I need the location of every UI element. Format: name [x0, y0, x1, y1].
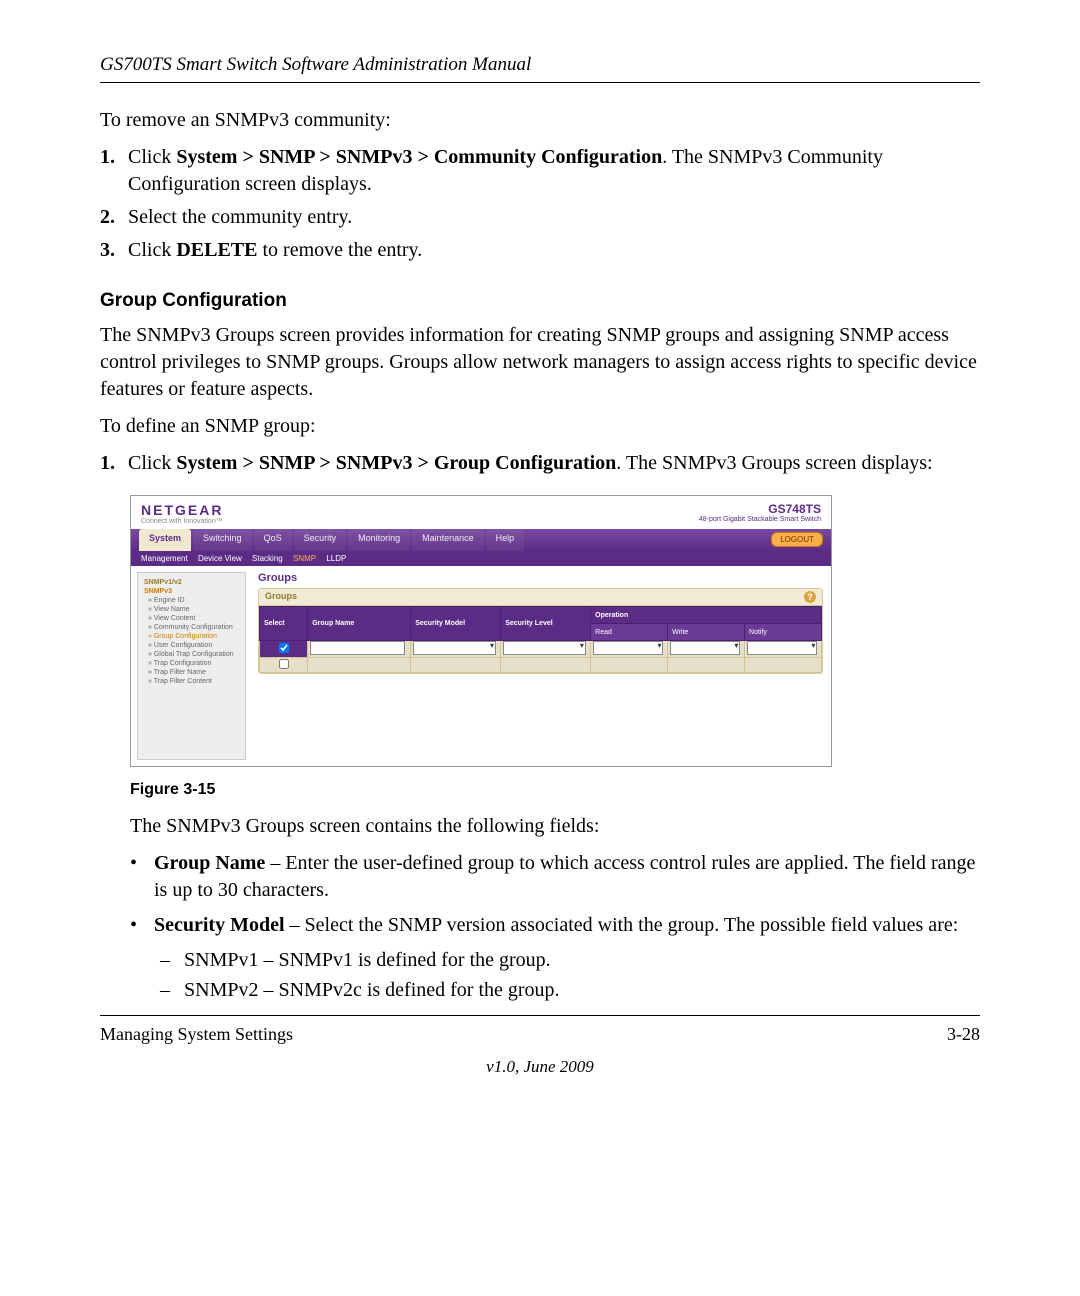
sidebar-item-view-content[interactable]: » View Content	[148, 615, 239, 622]
groups-panel: Groups ? Select Group Name Security Mode…	[258, 588, 823, 674]
model-name: GS748TS	[699, 502, 821, 516]
step-post: . The SNMPv3 Groups screen displays:	[616, 452, 932, 474]
col-write: Write	[668, 624, 745, 641]
field-label: Security Model	[154, 914, 285, 936]
panel-title: Groups	[265, 591, 297, 603]
fields-list: Group Name – Enter the user-defined grou…	[130, 850, 980, 1005]
model-sub: 48-port Gigabit Stackable Smart Switch	[699, 516, 821, 523]
brand-logo: NETGEAR	[141, 502, 223, 518]
tab-maintenance[interactable]: Maintenance	[412, 529, 484, 551]
subtab-management[interactable]: Management	[141, 554, 188, 563]
section-heading: Group Configuration	[100, 290, 980, 312]
subfield-snmpv1: SNMPv1 – SNMPv1 is defined for the group…	[154, 945, 980, 975]
col-read: Read	[591, 624, 668, 641]
footer-left: Managing System Settings	[100, 1024, 293, 1045]
subtab-stacking[interactable]: Stacking	[252, 554, 283, 563]
sidebar: SNMPv1/v2 SNMPv3 » Engine ID » View Name…	[137, 572, 246, 760]
footer-center: v1.0, June 2009	[100, 1057, 980, 1077]
sidebar-item-group-config[interactable]: » Group Configuration	[148, 633, 239, 640]
sidebar-item-trap-filter-content[interactable]: » Trap Filter Content	[148, 678, 239, 685]
field-group-name: Group Name – Enter the user-defined grou…	[130, 850, 980, 904]
field-label: Group Name	[154, 852, 265, 874]
col-sec-model: Security Model	[411, 607, 501, 641]
step-num: 1.	[100, 450, 115, 477]
footer-right: 3-28	[947, 1024, 980, 1045]
steps-remove: 1. Click System > SNMP > SNMPv3 > Commun…	[100, 144, 980, 264]
sidebar-item-view-name[interactable]: » View Name	[148, 606, 239, 613]
sidebar-item-user-config[interactable]: » User Configuration	[148, 642, 239, 649]
rule-bottom	[100, 1015, 980, 1016]
tab-security[interactable]: Security	[294, 529, 347, 551]
intro-remove: To remove an SNMPv3 community:	[100, 107, 980, 134]
sidebar-cat-snmpv12[interactable]: SNMPv1/v2	[144, 579, 239, 586]
section-para: The SNMPv3 Groups screen provides inform…	[100, 322, 980, 403]
app-window: NETGEAR Connect with Innovation™ GS748TS…	[130, 495, 832, 767]
field-text: – Select the SNMP version associated wit…	[285, 914, 959, 936]
screenshot-figure: NETGEAR Connect with Innovation™ GS748TS…	[130, 495, 980, 767]
sidebar-cat-snmpv3[interactable]: SNMPv3	[144, 588, 239, 595]
figure-caption: Figure 3-15	[130, 781, 980, 799]
step-post: to remove the entry.	[258, 239, 423, 261]
step-num: 1.	[100, 144, 115, 171]
step-num: 3.	[100, 237, 115, 264]
sidebar-item-global-trap[interactable]: » Global Trap Configuration	[148, 651, 239, 658]
sec-model-select[interactable]	[413, 641, 496, 655]
step-bold: DELETE	[176, 239, 257, 261]
after-figure-para: The SNMPv3 Groups screen contains the fo…	[130, 813, 980, 840]
step-bold: System > SNMP > SNMPv3 > Community Confi…	[176, 146, 662, 168]
tab-switching[interactable]: Switching	[193, 529, 252, 551]
group-name-input[interactable]	[310, 641, 405, 655]
col-group-name: Group Name	[308, 607, 411, 641]
sidebar-item-engine-id[interactable]: » Engine ID	[148, 597, 239, 604]
step-text: Select the community entry.	[128, 206, 352, 228]
main-tabs: System Switching QoS Security Monitoring…	[131, 529, 831, 551]
row-select-checkbox[interactable]	[279, 659, 289, 669]
sidebar-item-trap-filter-name[interactable]: » Trap Filter Name	[148, 669, 239, 676]
groups-table: Select Group Name Security Model Securit…	[259, 606, 822, 673]
sidebar-item-trap-config[interactable]: » Trap Configuration	[148, 660, 239, 667]
col-notify: Notify	[745, 624, 822, 641]
doc-header: GS700TS Smart Switch Software Administra…	[100, 54, 980, 76]
sub-tabs: Management Device View Stacking SNMP LLD…	[131, 551, 831, 566]
step-text: Click	[128, 146, 176, 168]
read-select[interactable]	[593, 641, 663, 655]
step-num: 2.	[100, 204, 115, 231]
col-operation: Operation	[591, 607, 822, 624]
step-bold: System > SNMP > SNMPv3 > Group Configura…	[176, 452, 616, 474]
help-icon[interactable]: ?	[804, 591, 816, 603]
subfields-list: SNMPv1 – SNMPv1 is defined for the group…	[154, 945, 980, 1005]
subfield-snmpv2: SNMPv2 – SNMPv2c is defined for the grou…	[154, 975, 980, 1005]
notify-select[interactable]	[747, 641, 817, 655]
row-select-checkbox[interactable]	[279, 643, 289, 653]
step-text: Click	[128, 239, 176, 261]
col-select: Select	[260, 607, 308, 641]
field-security-model: Security Model – Select the SNMP version…	[130, 912, 980, 1005]
sidebar-item-community-config[interactable]: » Community Configuration	[148, 624, 239, 631]
steps-define: 1. Click System > SNMP > SNMPv3 > Group …	[100, 450, 980, 477]
table-row	[260, 641, 822, 658]
step-text: Click	[128, 452, 176, 474]
rule-top	[100, 82, 980, 83]
brand-tagline: Connect with Innovation™	[141, 518, 223, 525]
tab-help[interactable]: Help	[486, 529, 525, 551]
table-row	[260, 658, 822, 673]
field-text: – Enter the user-defined group to which …	[154, 852, 975, 901]
logout-button[interactable]: LOGOUT	[771, 532, 823, 547]
tab-qos[interactable]: QoS	[254, 529, 292, 551]
sec-level-select[interactable]	[503, 641, 586, 655]
subtab-lldp[interactable]: LLDP	[326, 554, 346, 563]
intro-define: To define an SNMP group:	[100, 413, 980, 440]
tab-system[interactable]: System	[139, 529, 191, 551]
subtab-snmp[interactable]: SNMP	[293, 554, 316, 563]
subtab-device-view[interactable]: Device View	[198, 554, 242, 563]
tab-monitoring[interactable]: Monitoring	[348, 529, 410, 551]
page-title: Groups	[258, 572, 823, 584]
col-sec-level: Security Level	[501, 607, 591, 641]
write-select[interactable]	[670, 641, 740, 655]
